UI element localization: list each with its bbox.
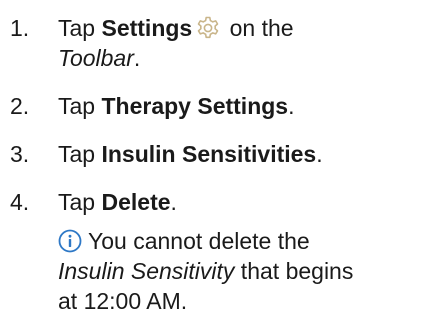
step-4-prefix: Tap (58, 189, 102, 215)
step-3-line: Tap Insulin Sensitivities. (58, 139, 323, 169)
step-3-insulin-sensitivities-label: Insulin Sensitivities (101, 141, 317, 167)
step-1-line-1: Tap Settings on the (58, 13, 294, 43)
step-2-line: Tap Therapy Settings. (58, 91, 294, 121)
step-2-number: 2. (10, 93, 30, 119)
step-3-suffix: . (316, 141, 323, 167)
note-line-3: at 12:00 AM. (58, 286, 187, 316)
note-text-line-3: at 12:00 AM. (58, 288, 188, 314)
step-2-suffix: . (288, 93, 295, 119)
step-4-line: Tap Delete. (58, 187, 177, 217)
step-3-prefix: Tap (58, 141, 102, 167)
step-1-settings-label: Settings (101, 15, 193, 41)
note-text-line-1: You cannot delete the (88, 228, 310, 254)
step-1-number: 1. (10, 15, 30, 41)
step-2-therapy-settings-label: Therapy Settings (101, 93, 289, 119)
note-text-line-2-suffix: that begins (234, 258, 354, 284)
step-1-line-2: Toolbar. (58, 43, 140, 73)
note-line-1: You cannot delete the (58, 226, 310, 256)
step-1-suffix: on the (223, 15, 294, 41)
step-4-suffix: . (170, 189, 177, 215)
step-1-line-2-suffix: . (133, 45, 141, 71)
info-icon (58, 229, 82, 253)
step-2-prefix: Tap (58, 93, 102, 119)
gear-icon (197, 16, 219, 39)
note-line-2: Insulin Sensitivity that begins (58, 256, 353, 286)
step-4-delete-label: Delete (101, 189, 171, 215)
step-1-toolbar-label: Toolbar (58, 45, 134, 71)
note-insulin-sensitivity-label: Insulin Sensitivity (58, 258, 235, 284)
step-3-number: 3. (10, 141, 30, 167)
instruction-steps: 1. Tap Settings on the Toolbar. 2. Tap T… (0, 0, 433, 323)
step-4-number: 4. (10, 189, 30, 215)
step-1-prefix: Tap (58, 15, 102, 41)
